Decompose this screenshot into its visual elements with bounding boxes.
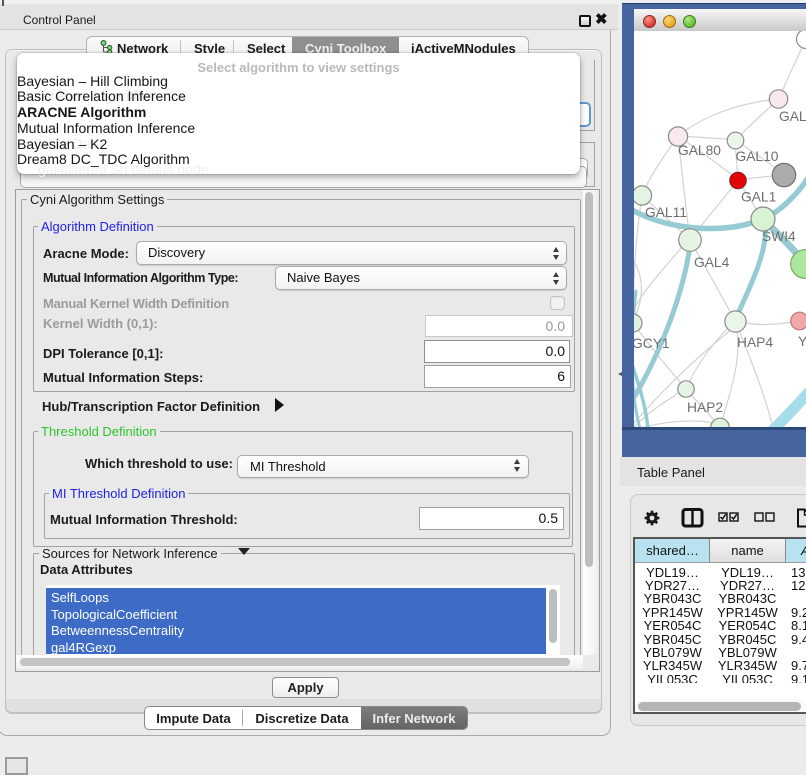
svg-text:GAL80: GAL80 [678, 143, 721, 158]
svg-text:GAL10: GAL10 [736, 149, 779, 164]
svg-text:GCY1: GCY1 [634, 336, 670, 351]
svg-text:HAP4: HAP4 [737, 335, 773, 350]
svg-text:GAL11: GAL11 [645, 205, 687, 220]
svg-text:GAL1: GAL1 [741, 190, 776, 205]
svg-text:GAL2: GAL2 [779, 109, 806, 124]
svg-text:Y: Y [798, 334, 806, 349]
svg-text:GAL4: GAL4 [694, 255, 730, 270]
svg-text:HAP2: HAP2 [687, 400, 723, 415]
svg-text:SWI4: SWI4 [762, 229, 796, 244]
